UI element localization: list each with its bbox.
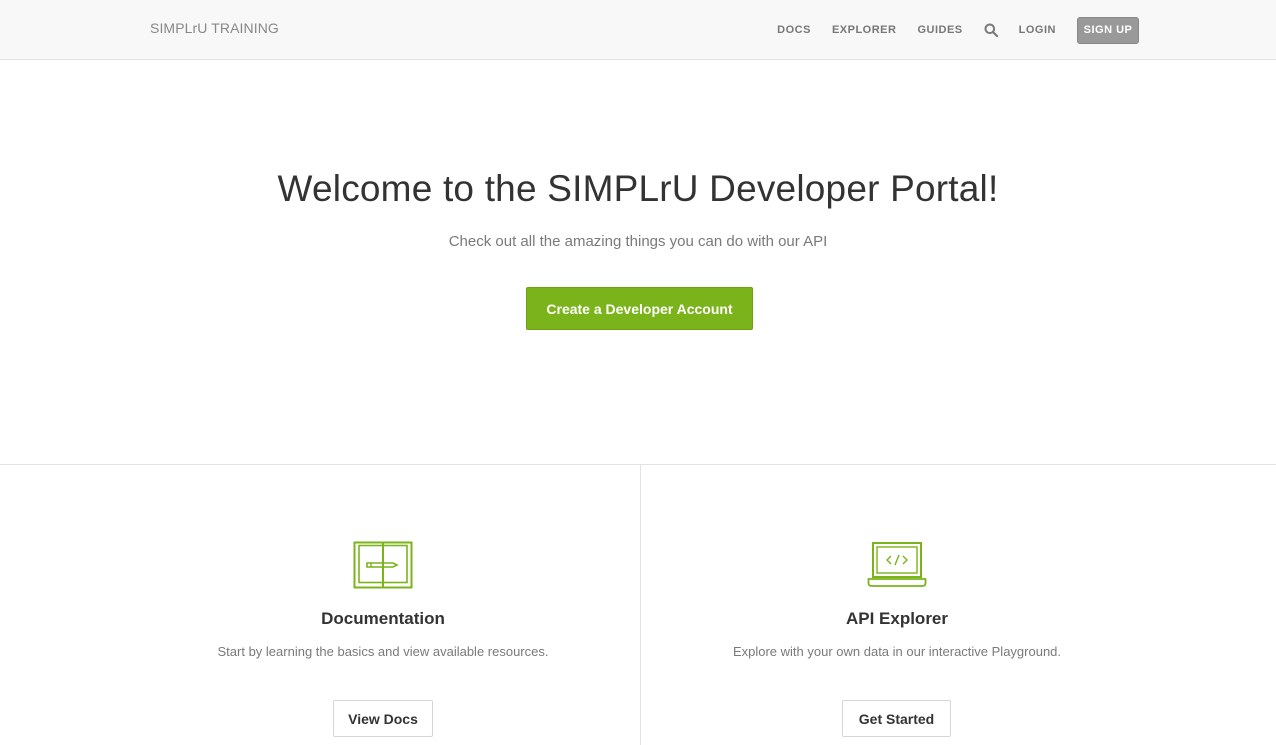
nav-docs-link[interactable]: DOCS — [777, 24, 811, 36]
book-icon — [353, 541, 413, 589]
get-started-button[interactable]: Get Started — [842, 700, 951, 737]
signup-button[interactable]: SIGN UP — [1077, 16, 1139, 44]
documentation-description: Start by learning the basics and view av… — [217, 644, 549, 659]
hero-section: Welcome to the SIMPLrU Developer Portal!… — [0, 60, 1276, 465]
nav-explorer-link[interactable]: EXPLORER — [832, 24, 897, 36]
documentation-title: Documentation — [321, 609, 445, 628]
brand-logo-link[interactable]: SIMPLrU TRAINING — [150, 20, 279, 36]
nav-login-link[interactable]: LOGIN — [1019, 24, 1056, 36]
main-nav: DOCS EXPLORER GUIDES LOGIN SIGN UP — [777, 16, 1139, 44]
api-explorer-title: API Explorer — [845, 609, 949, 628]
nav-guides-link[interactable]: GUIDES — [917, 24, 962, 36]
features-divider — [640, 465, 641, 745]
create-developer-account-button[interactable]: Create a Developer Account — [526, 287, 753, 330]
laptop-code-icon — [867, 541, 927, 589]
view-docs-button[interactable]: View Docs — [333, 700, 433, 737]
hero-title: Welcome to the SIMPLrU Developer Portal! — [277, 168, 999, 209]
hero-subtitle: Check out all the amazing things you can… — [448, 233, 828, 250]
features-section: Documentation Start by learning the basi… — [0, 464, 1276, 745]
top-navbar: SIMPLrU TRAINING DOCS EXPLORER GUIDES LO… — [0, 0, 1276, 60]
api-explorer-description: Explore with your own data in our intera… — [732, 644, 1062, 659]
search-icon[interactable] — [984, 23, 998, 37]
